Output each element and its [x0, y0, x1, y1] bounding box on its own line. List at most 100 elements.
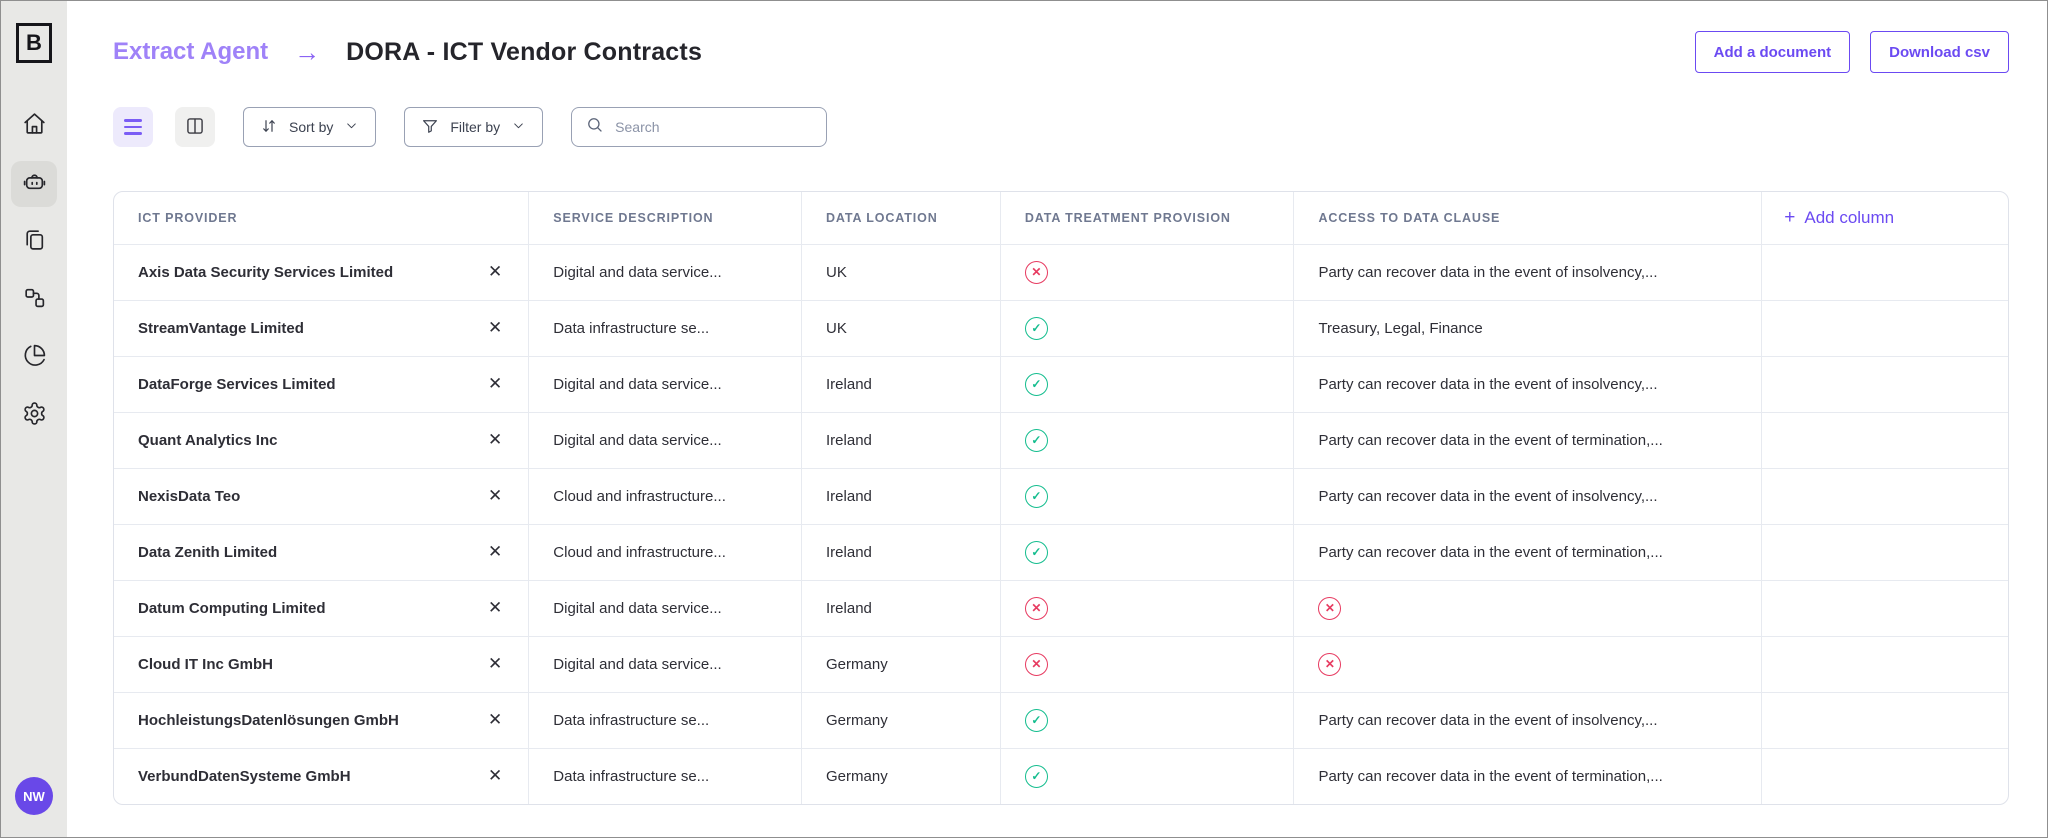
- empty-cell: [1762, 244, 2008, 300]
- column-header-data-location[interactable]: DATA LOCATION: [802, 192, 1001, 244]
- list-view-toggle[interactable]: [113, 107, 153, 147]
- access-clause-cell[interactable]: Party can recover data in the event of i…: [1294, 244, 1762, 300]
- treatment-status-icon: ✓: [1025, 485, 1048, 508]
- data-location-cell[interactable]: Ireland: [802, 412, 1001, 468]
- remove-row-icon[interactable]: ✕: [488, 374, 502, 394]
- table-row: VerbundDatenSysteme GmbH ✕ Data infrastr…: [114, 748, 2008, 804]
- home-icon: [22, 111, 47, 141]
- table-row: Quant Analytics Inc ✕ Digital and data s…: [114, 412, 2008, 468]
- treatment-status-icon: ✕: [1025, 653, 1048, 676]
- remove-row-icon[interactable]: ✕: [488, 654, 502, 674]
- service-description-cell[interactable]: Digital and data service...: [529, 244, 802, 300]
- data-treatment-cell[interactable]: ✓: [1000, 356, 1294, 412]
- data-treatment-cell[interactable]: ✓: [1000, 300, 1294, 356]
- sidebar-item-settings[interactable]: [11, 393, 57, 439]
- remove-row-icon[interactable]: ✕: [488, 262, 502, 282]
- access-clause-cell[interactable]: Party can recover data in the event of i…: [1294, 692, 1762, 748]
- add-document-button[interactable]: Add a document: [1695, 31, 1851, 73]
- data-treatment-cell[interactable]: ✓: [1000, 412, 1294, 468]
- access-clause-cell[interactable]: Party can recover data in the event of t…: [1294, 748, 1762, 804]
- add-column-button[interactable]: +Add column: [1762, 192, 2008, 244]
- sidebar-item-documents[interactable]: [11, 219, 57, 265]
- split-view-toggle[interactable]: [175, 107, 215, 147]
- remove-row-icon[interactable]: ✕: [488, 430, 502, 450]
- access-clause-cell[interactable]: ✕: [1294, 580, 1762, 636]
- data-location-cell[interactable]: UK: [802, 300, 1001, 356]
- sidebar-item-workflows[interactable]: [11, 277, 57, 323]
- remove-row-icon[interactable]: ✕: [488, 598, 502, 618]
- data-treatment-cell[interactable]: ✕: [1000, 636, 1294, 692]
- service-description-cell[interactable]: Data infrastructure se...: [529, 300, 802, 356]
- service-description-cell[interactable]: Data infrastructure se...: [529, 748, 802, 804]
- sidebar-item-agents[interactable]: [11, 161, 57, 207]
- service-description-cell[interactable]: Digital and data service...: [529, 412, 802, 468]
- data-treatment-cell[interactable]: ✕: [1000, 580, 1294, 636]
- sidebar-item-home[interactable]: [11, 103, 57, 149]
- column-header-service-description[interactable]: SERVICE DESCRIPTION: [529, 192, 802, 244]
- data-treatment-cell[interactable]: ✓: [1000, 748, 1294, 804]
- remove-row-icon[interactable]: ✕: [488, 318, 502, 338]
- remove-row-icon[interactable]: ✕: [488, 710, 502, 730]
- access-status-icon: ✕: [1318, 597, 1341, 620]
- column-header-data-treatment-provision[interactable]: DATA TREATMENT PROVISION: [1000, 192, 1294, 244]
- data-treatment-cell[interactable]: ✕: [1000, 244, 1294, 300]
- provider-name: Data Zenith Limited: [138, 544, 277, 561]
- chevron-down-icon: [344, 118, 359, 136]
- search-input[interactable]: [615, 119, 812, 135]
- service-description-cell[interactable]: Data infrastructure se...: [529, 692, 802, 748]
- empty-cell: [1762, 580, 2008, 636]
- treatment-status-icon: ✕: [1025, 597, 1048, 620]
- table-row: DataForge Services Limited ✕ Digital and…: [114, 356, 2008, 412]
- sidebar-item-analytics[interactable]: [11, 335, 57, 381]
- access-clause-cell[interactable]: Party can recover data in the event of i…: [1294, 468, 1762, 524]
- service-description-cell[interactable]: Digital and data service...: [529, 580, 802, 636]
- treatment-status-icon: ✓: [1025, 373, 1048, 396]
- main-content: Extract Agent → DORA - ICT Vendor Contra…: [67, 1, 2047, 837]
- header-actions: Add a document Download csv: [1695, 31, 2009, 73]
- data-location-cell[interactable]: UK: [802, 244, 1001, 300]
- access-clause-cell[interactable]: Party can recover data in the event of t…: [1294, 524, 1762, 580]
- remove-row-icon[interactable]: ✕: [488, 542, 502, 562]
- data-treatment-cell[interactable]: ✓: [1000, 692, 1294, 748]
- data-treatment-cell[interactable]: ✓: [1000, 524, 1294, 580]
- data-location-cell[interactable]: Germany: [802, 692, 1001, 748]
- breadcrumb-extract-agent[interactable]: Extract Agent: [113, 38, 268, 66]
- table-row: Axis Data Security Services Limited ✕ Di…: [114, 244, 2008, 300]
- data-location-cell[interactable]: Germany: [802, 636, 1001, 692]
- provider-name: NexisData Teo: [138, 488, 240, 505]
- sort-icon: [260, 117, 278, 138]
- data-location-cell[interactable]: Ireland: [802, 356, 1001, 412]
- table-row: HochleistungsDatenlösungen GmbH ✕ Data i…: [114, 692, 2008, 748]
- data-location-cell[interactable]: Ireland: [802, 524, 1001, 580]
- remove-row-icon[interactable]: ✕: [488, 766, 502, 786]
- service-description-cell[interactable]: Cloud and infrastructure...: [529, 524, 802, 580]
- service-description-cell[interactable]: Digital and data service...: [529, 636, 802, 692]
- filter-by-dropdown[interactable]: Filter by: [404, 107, 543, 147]
- column-header-ict-provider[interactable]: ICT PROVIDER: [114, 192, 529, 244]
- table-row: StreamVantage Limited ✕ Data infrastruct…: [114, 300, 2008, 356]
- service-description-cell[interactable]: Digital and data service...: [529, 356, 802, 412]
- data-treatment-cell[interactable]: ✓: [1000, 468, 1294, 524]
- brand-logo[interactable]: B: [16, 23, 52, 63]
- table-row: Datum Computing Limited ✕ Digital and da…: [114, 580, 2008, 636]
- data-location-cell[interactable]: Ireland: [802, 468, 1001, 524]
- provider-name: HochleistungsDatenlösungen GmbH: [138, 712, 399, 729]
- treatment-status-icon: ✓: [1025, 765, 1048, 788]
- table-row: Cloud IT Inc GmbH ✕ Digital and data ser…: [114, 636, 2008, 692]
- download-csv-button[interactable]: Download csv: [1870, 31, 2009, 73]
- add-column-label: Add column: [1804, 208, 1894, 227]
- column-header-access-to-data-clause[interactable]: ACCESS TO DATA CLAUSE: [1294, 192, 1762, 244]
- provider-name: VerbundDatenSysteme GmbH: [138, 768, 351, 785]
- access-clause-cell[interactable]: Treasury, Legal, Finance: [1294, 300, 1762, 356]
- provider-name: Axis Data Security Services Limited: [138, 264, 393, 281]
- access-clause-cell[interactable]: Party can recover data in the event of t…: [1294, 412, 1762, 468]
- user-avatar[interactable]: NW: [15, 777, 53, 815]
- sort-by-dropdown[interactable]: Sort by: [243, 107, 376, 147]
- remove-row-icon[interactable]: ✕: [488, 486, 502, 506]
- access-clause-cell[interactable]: ✕: [1294, 636, 1762, 692]
- data-location-cell[interactable]: Ireland: [802, 580, 1001, 636]
- list-view-icon: [124, 119, 142, 135]
- data-location-cell[interactable]: Germany: [802, 748, 1001, 804]
- service-description-cell[interactable]: Cloud and infrastructure...: [529, 468, 802, 524]
- access-clause-cell[interactable]: Party can recover data in the event of i…: [1294, 356, 1762, 412]
